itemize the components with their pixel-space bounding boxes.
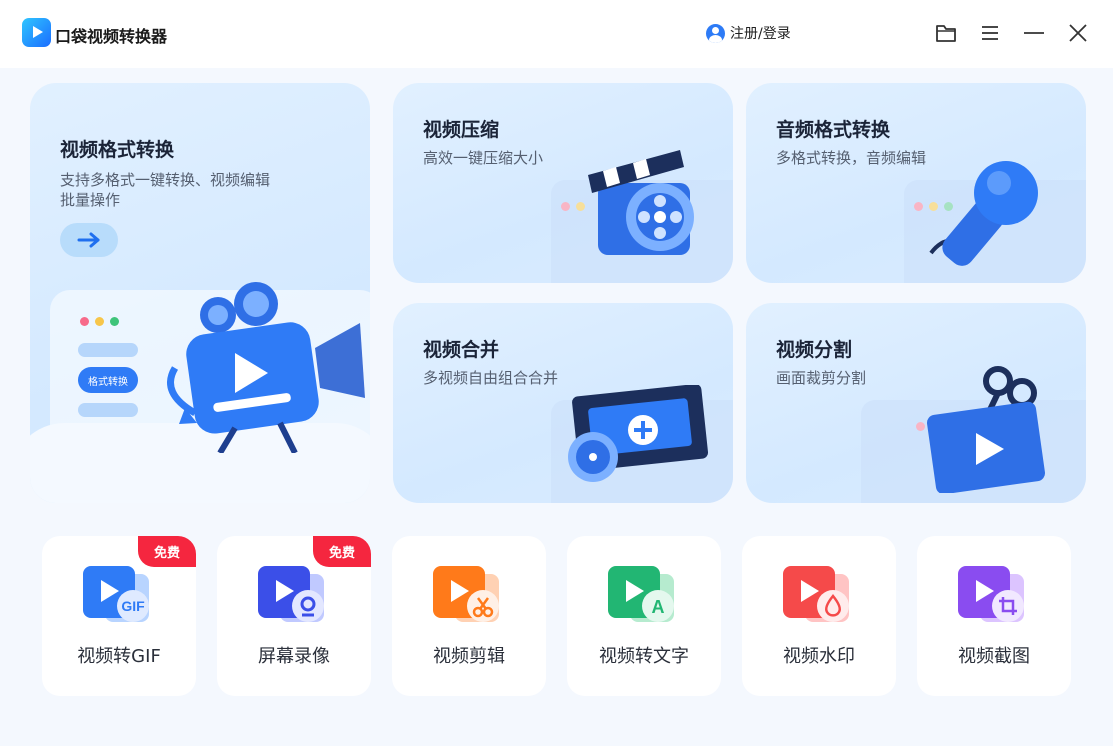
microphone-icon bbox=[929, 161, 1038, 266]
svg-text:GIF: GIF bbox=[121, 598, 145, 614]
video-split-icon bbox=[927, 366, 1045, 493]
watermark-icon bbox=[783, 566, 849, 622]
arrow-right-button[interactable] bbox=[60, 223, 118, 257]
gif-icon: GIF bbox=[83, 566, 149, 622]
card-title: 视频分割 bbox=[776, 339, 853, 361]
tool-video-to-text[interactable]: A 视频转文字 bbox=[567, 536, 721, 696]
arrow-right-icon bbox=[77, 232, 100, 248]
card-subtitle: 高效一键压缩大小 bbox=[423, 149, 544, 167]
free-badge: 免费 bbox=[138, 536, 196, 567]
free-badge: 免费 bbox=[313, 536, 371, 567]
folder-icon[interactable] bbox=[933, 20, 959, 46]
format-tag: 格式转换 bbox=[78, 367, 138, 393]
title-bar: 口袋视频转换器 注册/登录 bbox=[0, 0, 1113, 68]
card-title: 视频格式转换 bbox=[60, 139, 175, 161]
tool-video-to-gif[interactable]: GIF 视频转GIF 免费 bbox=[42, 536, 196, 696]
clapperboard-icon bbox=[588, 150, 694, 255]
tool-label: 视频转GIF bbox=[77, 646, 161, 667]
card-video-split[interactable]: 视频分割 画面裁剪分割 bbox=[746, 303, 1086, 503]
card-video-compression[interactable]: 视频压缩 高效一键压缩大小 bbox=[393, 83, 733, 283]
film-merge-icon bbox=[568, 385, 709, 482]
tool-label: 视频剪辑 bbox=[433, 646, 505, 667]
tool-video-watermark[interactable]: 视频水印 bbox=[742, 536, 896, 696]
card-video-format-conversion[interactable]: 视频格式转换 支持多格式一键转换、视频编辑 批量操作 格式转换 bbox=[30, 83, 370, 503]
scissors-icon bbox=[433, 566, 499, 622]
tool-label: 视频转文字 bbox=[599, 646, 689, 667]
card-subtitle: 多格式转换，音频编辑 bbox=[776, 149, 927, 167]
login-button[interactable]: 注册/登录 bbox=[706, 23, 791, 43]
menu-icon[interactable] bbox=[977, 20, 1003, 46]
card-subtitle: 多视频自由组合合并 bbox=[423, 369, 559, 387]
window-dots bbox=[80, 317, 119, 326]
card-audio-format-conversion[interactable]: 音频格式转换 多格式转换，音频编辑 bbox=[746, 83, 1086, 283]
screen-record-icon bbox=[258, 566, 324, 622]
card-video-merge[interactable]: 视频合并 多视频自由组合合并 bbox=[393, 303, 733, 503]
minimize-icon[interactable] bbox=[1021, 20, 1047, 46]
card-subtitle: 画面裁剪分割 bbox=[776, 369, 867, 387]
svg-text:A: A bbox=[652, 597, 665, 617]
card-title: 视频合并 bbox=[423, 339, 500, 361]
card-subtitle-line2: 批量操作 bbox=[60, 191, 121, 209]
app-title: 口袋视频转换器 bbox=[55, 27, 168, 46]
video-camera-icon bbox=[167, 282, 365, 453]
tool-video-screenshot[interactable]: 视频截图 bbox=[917, 536, 1071, 696]
tool-screen-record[interactable]: 屏幕录像 免费 bbox=[217, 536, 371, 696]
app-logo-icon bbox=[22, 18, 51, 47]
user-avatar-icon bbox=[706, 23, 725, 43]
tool-video-edit[interactable]: 视频剪辑 bbox=[392, 536, 546, 696]
tool-label: 屏幕录像 bbox=[258, 646, 330, 667]
login-label: 注册/登录 bbox=[730, 26, 791, 42]
card-title: 视频压缩 bbox=[423, 119, 500, 141]
card-title: 音频格式转换 bbox=[776, 119, 891, 141]
tool-label: 视频截图 bbox=[958, 646, 1030, 667]
crop-icon bbox=[958, 566, 1024, 622]
text-icon: A bbox=[608, 566, 674, 622]
card-subtitle: 支持多格式一键转换、视频编辑 bbox=[60, 171, 271, 189]
tool-label: 视频水印 bbox=[783, 646, 855, 667]
close-icon[interactable] bbox=[1065, 20, 1091, 46]
